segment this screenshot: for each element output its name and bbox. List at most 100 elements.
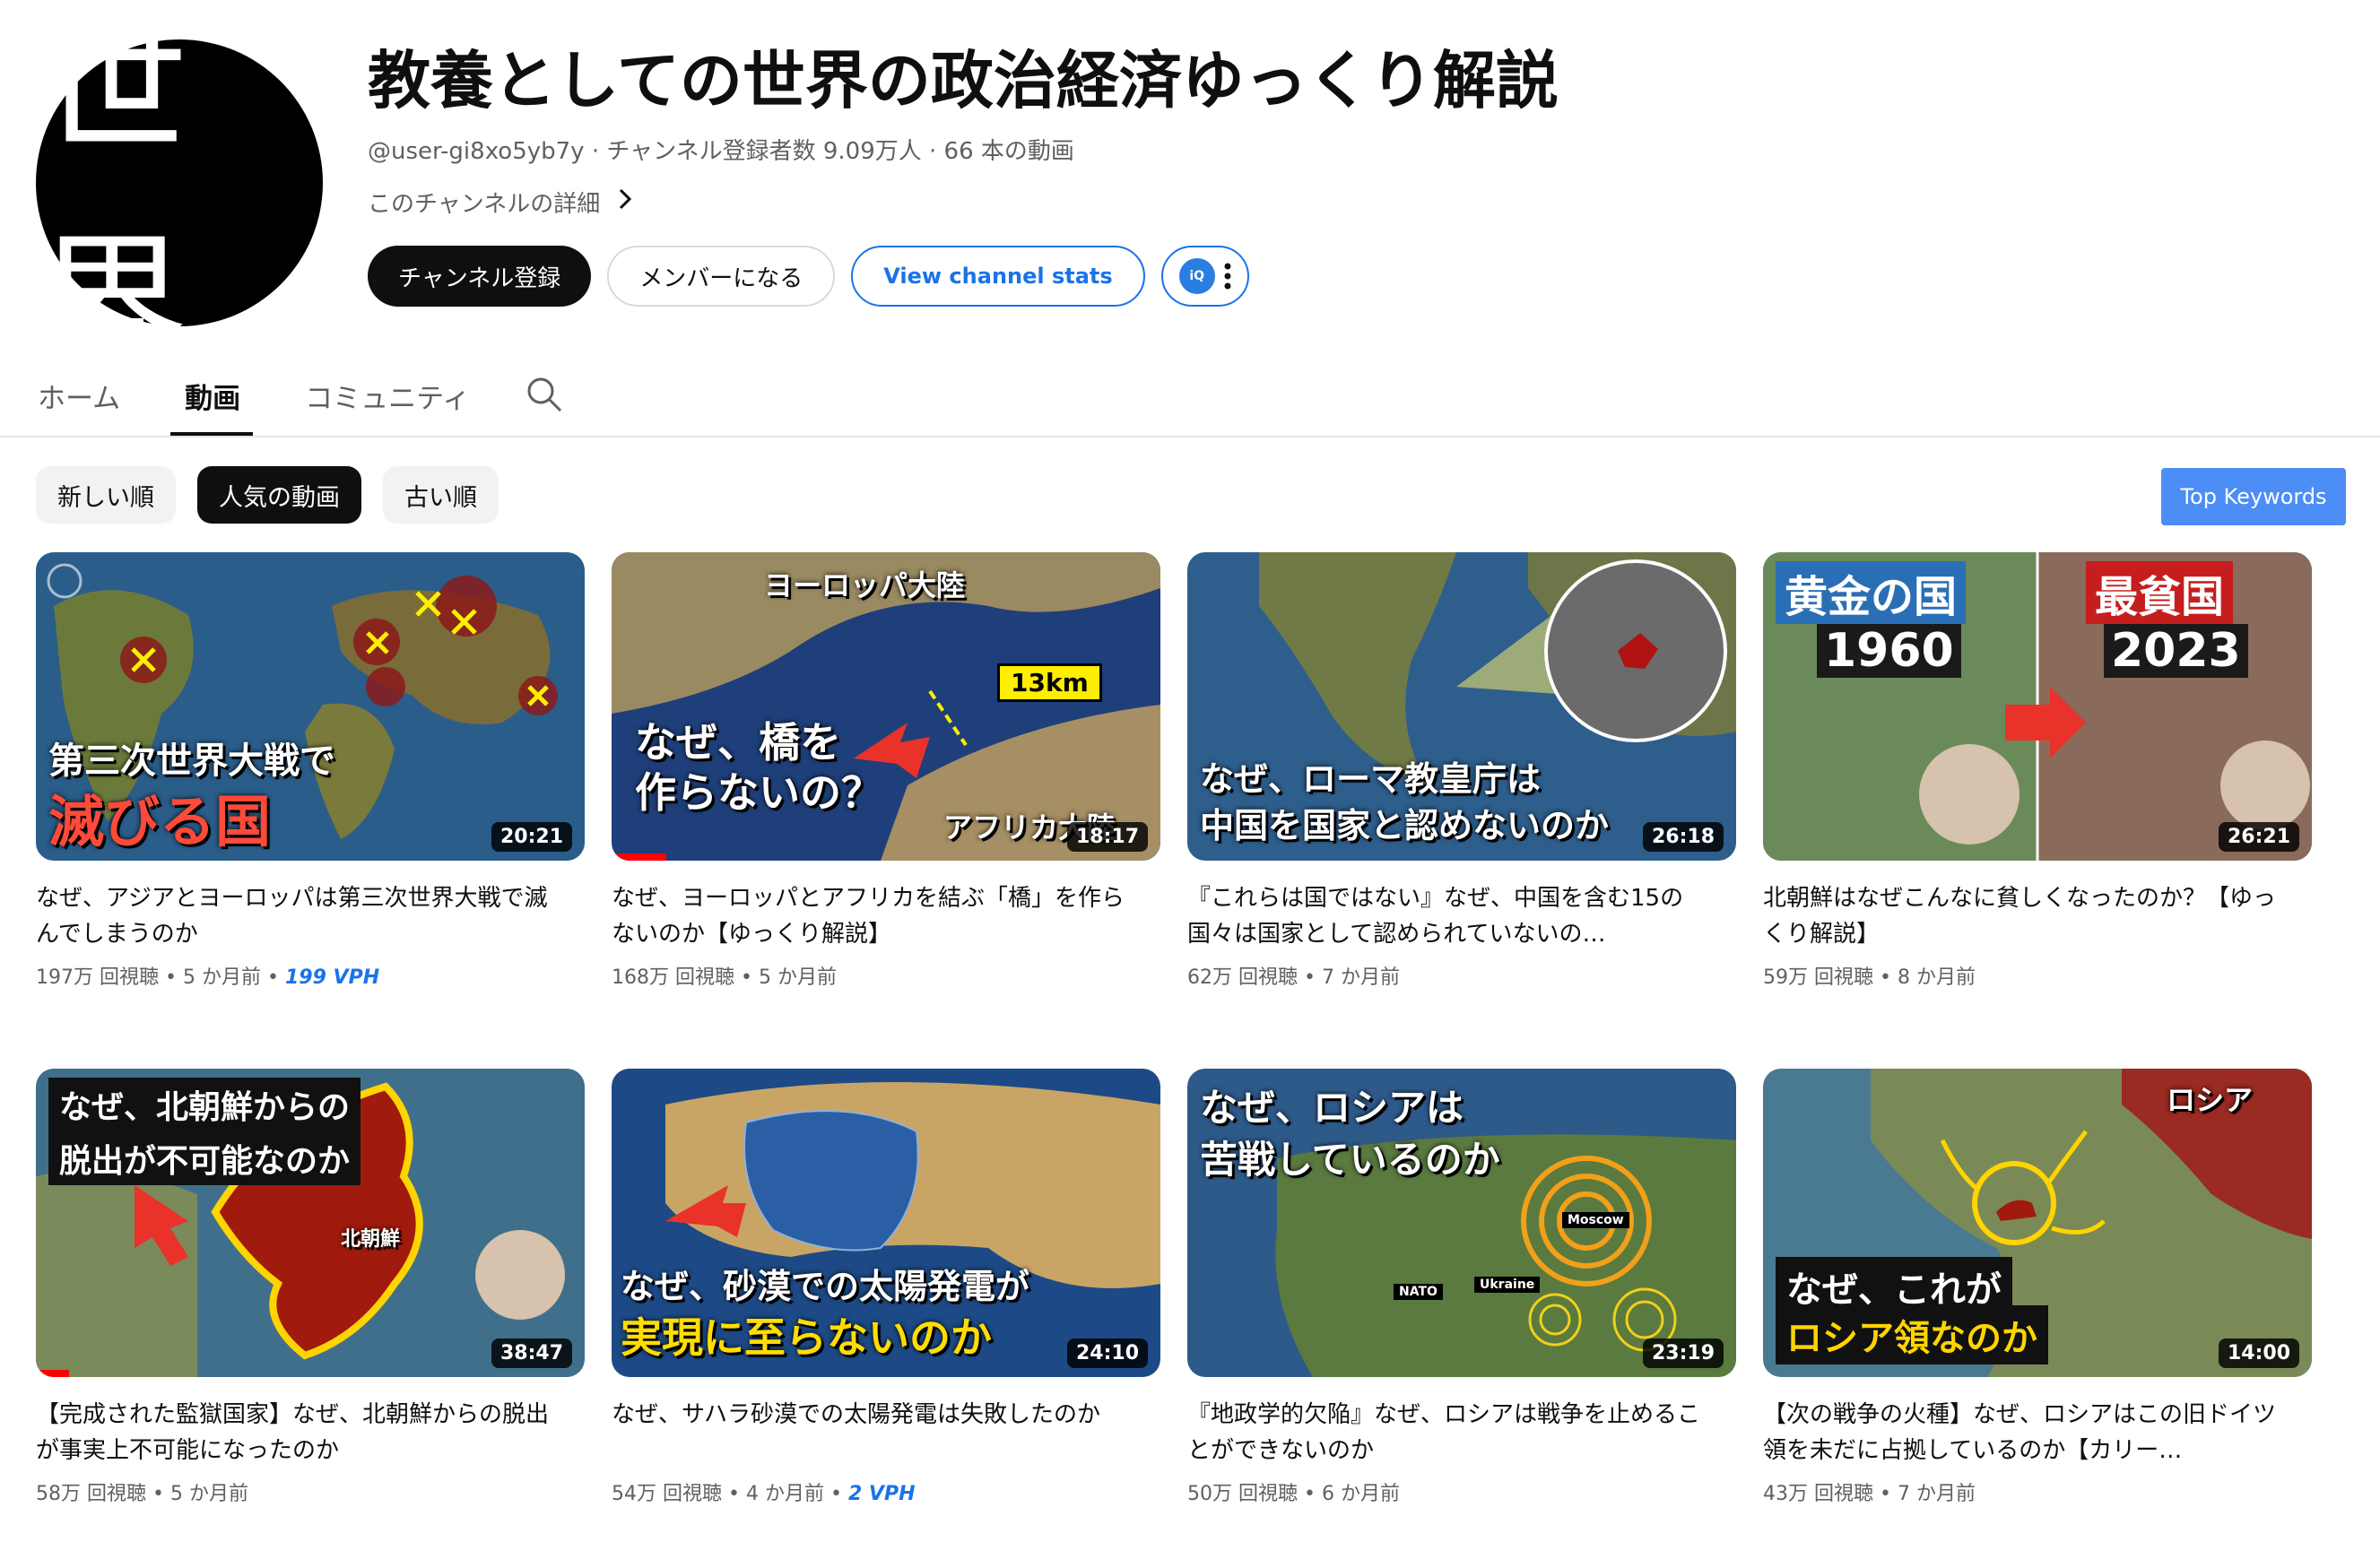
video-card[interactable]: 黄金の国 1960 最貧国 2023 26:21 北朝鮮はなぜこんなに貧しくなっ… bbox=[1763, 552, 2312, 990]
video-card[interactable]: 第三次世界大戦で 滅びる国 20:21 なぜ、アジアとヨーロッパは第三次世界大戦… bbox=[36, 552, 585, 990]
view-count: 197万 回視聴 bbox=[36, 966, 159, 989]
view-count: 58万 回視聴 bbox=[36, 1483, 146, 1505]
channel-header: 世界 教養としての世界の政治経済ゆっくり解説 @user-gi8xo5yb7y … bbox=[36, 0, 2344, 396]
video-title[interactable]: なぜ、サハラ砂漠での太陽発電は失敗したのか bbox=[612, 1397, 1160, 1468]
video-title[interactable]: 【完成された監獄国家】なぜ、北朝鮮からの脱出が事実上不可能になったのか bbox=[36, 1397, 585, 1468]
thumbnail-label-left: 黄金の国 bbox=[1776, 561, 1967, 624]
video-duration: 26:18 bbox=[1642, 822, 1724, 852]
video-card[interactable]: なぜ、砂漠での太陽発電が 実現に至らないのか 24:10 なぜ、サハラ砂漠での太… bbox=[612, 1069, 1160, 1506]
video-title[interactable]: 北朝鮮はなぜこんなに貧しくなったのか？【ゆっくり解説】 bbox=[1763, 880, 2312, 952]
chip-popular[interactable]: 人気の動画 bbox=[197, 466, 361, 524]
top-keywords-button[interactable]: Top Keywords bbox=[2161, 468, 2346, 525]
video-title[interactable]: なぜ、ヨーロッパとアフリカを結ぶ「橋」を作らないのか【ゆっくり解説】 bbox=[612, 880, 1160, 952]
thumbnail-label-country: 北朝鮮 bbox=[341, 1228, 401, 1251]
more-vert-icon bbox=[1224, 263, 1231, 290]
join-membership-button[interactable]: メンバーになる bbox=[607, 246, 836, 307]
video-thumbnail[interactable]: なぜ、ローマ教皇庁は 中国を国家と認めないのか 26:18 bbox=[1187, 552, 1736, 861]
video-meta: 197万 回視聴 • 5 か月前 • 199 VPH bbox=[36, 966, 380, 989]
channel-tabs: ホーム 動画 コミュニティ bbox=[36, 368, 533, 436]
video-meta: 54万 回視聴 • 4 か月前 • 2 VPH bbox=[612, 1483, 916, 1505]
upload-age: 7 か月前 bbox=[1321, 966, 1400, 989]
video-duration: 26:21 bbox=[2218, 822, 2299, 852]
thumbnail-year-right: 2023 bbox=[2104, 624, 2248, 678]
video-thumbnail[interactable]: なぜ、北朝鮮からの 脱出が不可能なのか 北朝鮮 38:47 bbox=[36, 1069, 585, 1377]
video-meta: 50万 回視聴 • 6 か月前 bbox=[1187, 1483, 1400, 1505]
video-card[interactable]: ロシア なぜ、これが ロシア領なのか 14:00 【次の戦争の火種】なぜ、ロシア… bbox=[1763, 1069, 2312, 1506]
video-thumbnail[interactable]: なぜ、砂漠での太陽発電が 実現に至らないのか 24:10 bbox=[612, 1069, 1160, 1377]
chip-newest[interactable]: 新しい順 bbox=[36, 466, 176, 524]
thumbnail-caption-2: ロシア領なのか bbox=[1776, 1305, 2048, 1364]
channel-actions: チャンネル登録 メンバーになる View channel stats iQ bbox=[368, 246, 1559, 307]
video-meta: 62万 回視聴 • 7 か月前 bbox=[1187, 966, 1400, 989]
thumbnail-label-country: ロシア bbox=[2167, 1083, 2254, 1117]
view-count: 54万 回視聴 bbox=[612, 1483, 722, 1505]
upload-age: 5 か月前 bbox=[169, 1483, 248, 1505]
tab-community[interactable]: コミュニティ bbox=[303, 376, 482, 436]
chevron-right-icon bbox=[616, 186, 634, 219]
channel-details-label: このチャンネルの詳細 bbox=[368, 191, 601, 218]
video-duration: 24:10 bbox=[1066, 1338, 1148, 1368]
thumbnail-caption-2: 作らないの？ bbox=[635, 768, 882, 817]
thumbnail-tag-moscow: Moscow bbox=[1562, 1212, 1629, 1228]
video-duration: 23:19 bbox=[1642, 1338, 1724, 1368]
channel-details-link[interactable]: このチャンネルの詳細 bbox=[368, 186, 1559, 219]
thumbnail-tag-nato: NATO bbox=[1394, 1284, 1443, 1300]
chip-oldest[interactable]: 古い順 bbox=[383, 466, 499, 524]
video-title[interactable]: 【次の戦争の火種】なぜ、ロシアはこの旧ドイツ領を未だに占拠しているのか【カリー… bbox=[1763, 1397, 2312, 1468]
channel-meta: @user-gi8xo5yb7y · チャンネル登録者数 9.09万人 · 66… bbox=[368, 138, 1074, 165]
thumbnail-caption: なぜ、ローマ教皇庁は bbox=[1200, 759, 1542, 799]
video-meta: 59万 回視聴 • 8 か月前 bbox=[1763, 966, 1976, 989]
upload-age: 6 か月前 bbox=[1321, 1483, 1400, 1505]
extension-menu-button[interactable]: iQ bbox=[1160, 246, 1249, 307]
video-thumbnail[interactable]: 黄金の国 1960 最貧国 2023 26:21 bbox=[1763, 552, 2312, 861]
thumbnail-caption: なぜ、砂漠での太陽発電が bbox=[621, 1267, 1030, 1306]
watch-progress-bar bbox=[36, 1370, 69, 1377]
thumbnail-distance-label: 13km bbox=[997, 663, 1102, 702]
extension-logo-icon: iQ bbox=[1178, 258, 1215, 294]
tabs-divider bbox=[0, 436, 2380, 437]
video-duration: 18:17 bbox=[1066, 822, 1148, 852]
thumbnail-label-right: 最貧国 bbox=[2086, 561, 2234, 624]
thumbnail-caption-emphasis: 滅びる国 bbox=[48, 789, 272, 854]
search-icon[interactable] bbox=[525, 375, 564, 414]
video-count: 66 本の動画 bbox=[943, 138, 1074, 165]
video-title[interactable]: 『地政学的欠陥』なぜ、ロシアは戦争を止めることができないのか bbox=[1187, 1397, 1736, 1468]
upload-age: 4 か月前 bbox=[745, 1483, 824, 1505]
subscribe-button[interactable]: チャンネル登録 bbox=[368, 246, 592, 307]
video-duration: 14:00 bbox=[2218, 1338, 2299, 1368]
thumbnail-year-left: 1960 bbox=[1817, 624, 1961, 678]
channel-handle: @user-gi8xo5yb7y bbox=[368, 138, 585, 165]
channel-info: 教養としての世界の政治経済ゆっくり解説 @user-gi8xo5yb7y · チ… bbox=[368, 39, 1559, 307]
video-thumbnail[interactable]: ヨーロッパ大陸 13km なぜ、橋を 作らないの？ アフリカ大陸 18:17 bbox=[612, 552, 1160, 861]
view-channel-stats-button[interactable]: View channel stats bbox=[851, 246, 1145, 307]
video-thumbnail[interactable]: ロシア なぜ、これが ロシア領なのか 14:00 bbox=[1763, 1069, 2312, 1377]
video-card[interactable]: ヨーロッパ大陸 13km なぜ、橋を 作らないの？ アフリカ大陸 18:17 な… bbox=[612, 552, 1160, 990]
video-duration: 20:21 bbox=[491, 822, 572, 852]
thumbnail-caption-2: 実現に至らないのか bbox=[621, 1313, 992, 1362]
tab-home[interactable]: ホーム bbox=[36, 376, 133, 436]
view-count: 59万 回視聴 bbox=[1763, 966, 1873, 989]
tab-videos[interactable]: 動画 bbox=[170, 376, 254, 436]
channel-avatar[interactable]: 世界 bbox=[36, 0, 323, 396]
vph-badge: 199 VPH bbox=[284, 966, 380, 989]
thumbnail-caption: なぜ、北朝鮮からの bbox=[48, 1078, 361, 1131]
video-card[interactable]: なぜ、ローマ教皇庁は 中国を国家と認めないのか 26:18 『これらは国ではない… bbox=[1187, 552, 1736, 990]
thumbnail-caption-2: 中国を国家と認めないのか bbox=[1200, 806, 1610, 845]
thumbnail-tag-ukraine: Ukraine bbox=[1474, 1277, 1541, 1293]
upload-age: 8 か月前 bbox=[1897, 966, 1976, 989]
video-thumbnail[interactable]: なぜ、ロシアは 苦戦しているのか Moscow NATO Ukraine 23:… bbox=[1187, 1069, 1736, 1377]
upload-age: 7 か月前 bbox=[1897, 1483, 1976, 1505]
vph-badge: 2 VPH bbox=[847, 1483, 916, 1505]
watch-progress-bar bbox=[612, 853, 666, 861]
thumbnail-caption: なぜ、ロシアは bbox=[1200, 1086, 1464, 1130]
video-title[interactable]: なぜ、アジアとヨーロッパは第三次世界大戦で滅んでしまうのか bbox=[36, 880, 585, 952]
video-thumbnail[interactable]: 第三次世界大戦で 滅びる国 20:21 bbox=[36, 552, 585, 861]
video-card[interactable]: なぜ、ロシアは 苦戦しているのか Moscow NATO Ukraine 23:… bbox=[1187, 1069, 1736, 1506]
subscriber-count: チャンネル登録者数 9.09万人 bbox=[606, 138, 922, 165]
thumbnail-label-europe: ヨーロッパ大陸 bbox=[764, 568, 966, 602]
video-meta: 58万 回視聴 • 5 か月前 bbox=[36, 1483, 248, 1505]
thumbnail-caption-2: 苦戦しているのか bbox=[1200, 1138, 1500, 1182]
upload-age: 5 か月前 bbox=[182, 966, 261, 989]
video-title[interactable]: 『これらは国ではない』なぜ、中国を含む15の国々は国家として認められていないの… bbox=[1187, 880, 1736, 952]
video-card[interactable]: なぜ、北朝鮮からの 脱出が不可能なのか 北朝鮮 38:47 【完成された監獄国家… bbox=[36, 1069, 585, 1506]
